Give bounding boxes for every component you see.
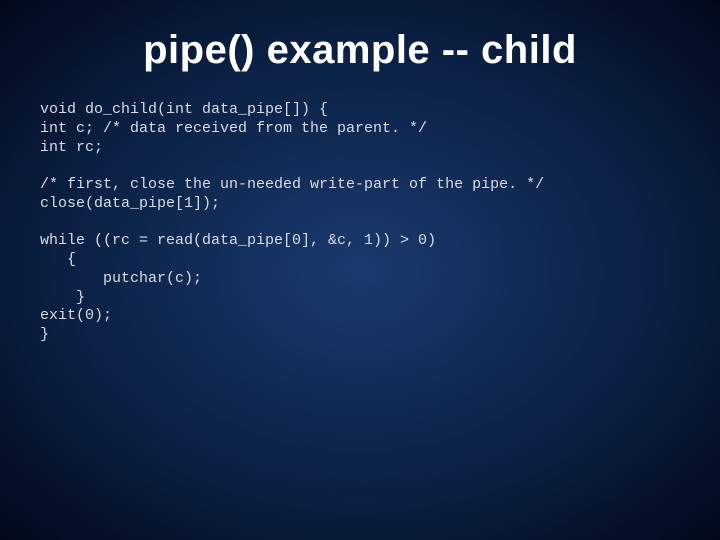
- slide-title: pipe() example -- child: [40, 28, 680, 73]
- slide-container: pipe() example -- child void do_child(in…: [0, 0, 720, 540]
- code-block: void do_child(int data_pipe[]) { int c; …: [40, 101, 680, 345]
